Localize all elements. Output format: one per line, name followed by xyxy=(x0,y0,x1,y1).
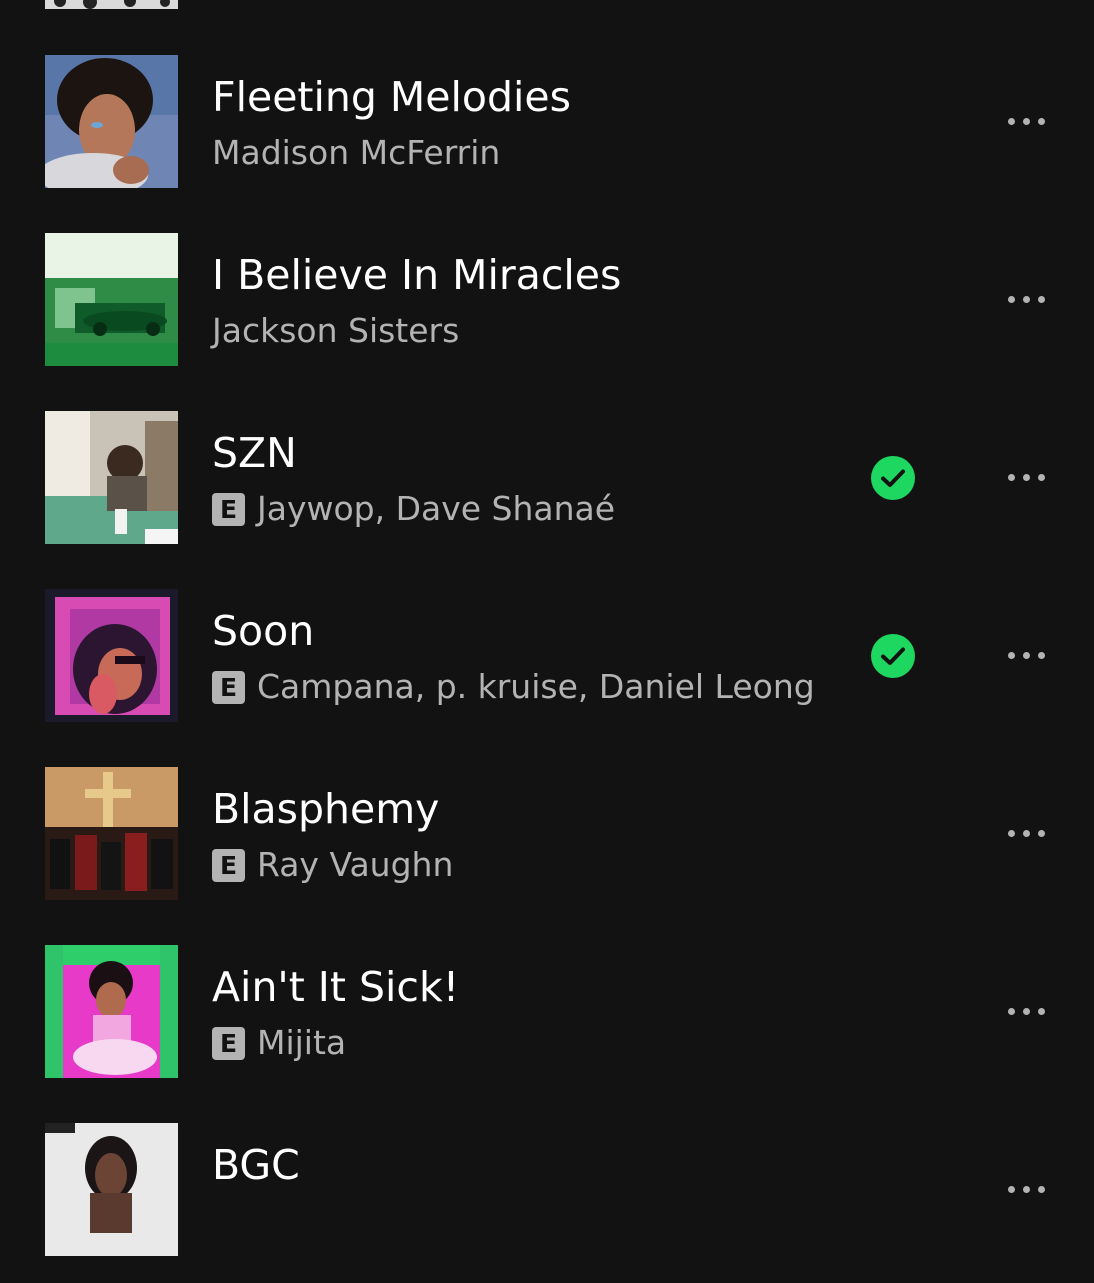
artist-names: Jaywop, Dave Shanaé xyxy=(257,489,616,528)
track-row[interactable]: Ain't It Sick! E Mijita xyxy=(0,945,1094,1105)
more-options-icon-dot xyxy=(1022,651,1030,659)
artist-names: Jackson Sisters xyxy=(212,311,460,350)
album-cover xyxy=(45,233,178,366)
more-options-icon-dot xyxy=(1037,1185,1045,1193)
more-options-button[interactable] xyxy=(996,461,1056,493)
track-artists: Madison McFerrin xyxy=(212,129,500,177)
track-title: BGC xyxy=(212,1141,300,1189)
album-cover xyxy=(45,55,178,188)
track-artists: E Ray Vaughn xyxy=(212,841,453,889)
album-cover xyxy=(45,945,178,1078)
explicit-badge: E xyxy=(212,1026,245,1060)
artist-names: Campana, p. kruise, Daniel Leong xyxy=(257,667,815,706)
album-cover xyxy=(45,589,178,722)
more-options-icon-dot xyxy=(1037,473,1045,481)
artist-names: Mijita xyxy=(257,1023,347,1062)
more-options-icon-dot xyxy=(1022,1185,1030,1193)
downloaded-check-icon xyxy=(871,634,915,678)
track-row[interactable]: Soon E Campana, p. kruise, Daniel Leong xyxy=(0,589,1094,749)
more-options-button[interactable] xyxy=(996,639,1056,671)
track-row[interactable]: Fleeting Melodies Madison McFerrin xyxy=(0,55,1094,215)
album-cover xyxy=(45,1123,178,1256)
more-options-button[interactable] xyxy=(996,1173,1056,1205)
track-row[interactable]: BGC xyxy=(0,1123,1094,1283)
album-cover xyxy=(45,411,178,544)
more-options-icon-dot xyxy=(1037,651,1045,659)
explicit-badge: E xyxy=(212,848,245,882)
track-artists: Jackson Sisters xyxy=(212,307,459,355)
more-options-icon-dot xyxy=(1022,117,1030,125)
track-artists: E Mijita xyxy=(212,1019,346,1067)
track-list: Fleeting Melodies Madison McFerrin I Bel… xyxy=(0,0,1094,1256)
track-title: Fleeting Melodies xyxy=(212,73,572,121)
more-options-icon-dot xyxy=(1022,473,1030,481)
track-title: Ain't It Sick! xyxy=(212,963,460,1011)
track-row[interactable]: I Believe In Miracles Jackson Sisters xyxy=(0,233,1094,393)
more-options-button[interactable] xyxy=(996,105,1056,137)
explicit-badge: E xyxy=(212,670,245,704)
album-cover xyxy=(45,767,178,900)
track-title: Blasphemy xyxy=(212,785,440,833)
more-options-icon-dot xyxy=(1037,829,1045,837)
more-options-icon xyxy=(1007,473,1015,481)
track-title: Soon xyxy=(212,607,315,655)
more-options-icon xyxy=(1007,1185,1015,1193)
more-options-icon xyxy=(1007,1007,1015,1015)
more-options-button[interactable] xyxy=(996,283,1056,315)
explicit-badge: E xyxy=(212,492,245,526)
partial-album-cover[interactable] xyxy=(45,0,178,9)
more-options-icon xyxy=(1007,651,1015,659)
more-options-icon-dot xyxy=(1022,295,1030,303)
more-options-icon-dot xyxy=(1037,1007,1045,1015)
more-options-icon xyxy=(1007,117,1015,125)
more-options-icon-dot xyxy=(1037,295,1045,303)
downloaded-check-icon xyxy=(871,456,915,500)
track-title: I Believe In Miracles xyxy=(212,251,622,299)
artist-names: Madison McFerrin xyxy=(212,133,501,172)
more-options-button[interactable] xyxy=(996,995,1056,1027)
more-options-icon xyxy=(1007,829,1015,837)
more-options-icon-dot xyxy=(1022,829,1030,837)
artist-names: Ray Vaughn xyxy=(257,845,454,884)
track-artists: E Jaywop, Dave Shanaé xyxy=(212,485,615,533)
track-row[interactable]: Blasphemy E Ray Vaughn xyxy=(0,767,1094,927)
more-options-icon-dot xyxy=(1037,117,1045,125)
more-options-button[interactable] xyxy=(996,817,1056,849)
track-title: SZN xyxy=(212,429,297,477)
more-options-icon-dot xyxy=(1022,1007,1030,1015)
more-options-icon xyxy=(1007,295,1015,303)
track-row[interactable]: SZN E Jaywop, Dave Shanaé xyxy=(0,411,1094,571)
track-artists: E Campana, p. kruise, Daniel Leong xyxy=(212,663,815,711)
